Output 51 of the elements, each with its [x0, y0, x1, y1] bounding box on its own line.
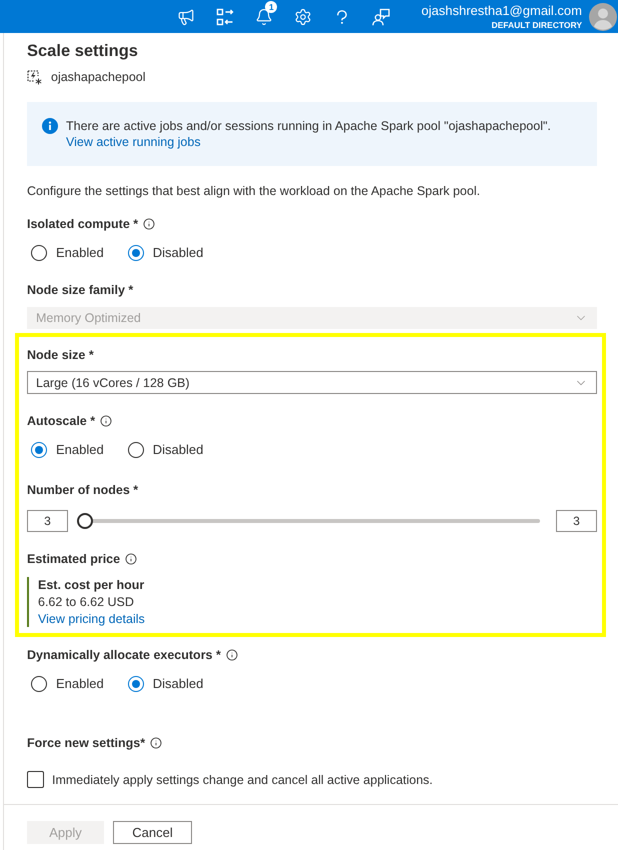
description-text: Configure the settings that best align with the workload on the Apache Spark pool. [27, 183, 482, 199]
radio-circle-icon[interactable] [31, 442, 47, 458]
radio-circle-icon[interactable] [128, 442, 144, 458]
min-number-field[interactable]: 3 [27, 510, 68, 532]
checkbox-option[interactable]: Immediately apply settings change and cancel all active applications. [27, 771, 433, 788]
field-label: Estimated price [27, 551, 120, 568]
radio-circle-icon[interactable] [128, 245, 144, 261]
info-message: There are active jobs and/or sessions running in Apache Spark pool "ojashapachepool". [66, 118, 551, 134]
field-label: Isolated compute * [27, 216, 138, 233]
field-label: Node size * [27, 347, 94, 364]
radio-circle-icon[interactable] [31, 245, 47, 261]
price-amount: 6.62 to 6.62 USD [38, 594, 135, 611]
field-label: Number of nodes * [27, 482, 138, 499]
radio-option[interactable]: Enabled [31, 440, 104, 460]
radio-option[interactable]: Disabled [128, 674, 204, 694]
field-label: Autoscale * [27, 413, 96, 430]
radio-option[interactable]: Enabled [31, 243, 104, 263]
notification-badge: 1 [265, 0, 278, 12]
account-directory: DEFAULT DIRECTORY [491, 20, 582, 30]
radio-circle-icon[interactable] [128, 676, 144, 692]
field-label: Dynamically allocate executors * [27, 647, 221, 664]
radio-option[interactable]: Disabled [128, 440, 204, 460]
info-icon[interactable] [143, 218, 156, 230]
squares-arrows-icon[interactable] [216, 8, 234, 26]
info-icon [42, 118, 58, 134]
running-jobs-link[interactable]: View active running jobs [66, 134, 201, 150]
price-heading: Est. cost per hour [38, 577, 146, 594]
avatar-icon[interactable] [589, 2, 617, 30]
radio-option[interactable]: Disabled [128, 243, 204, 263]
info-icon[interactable] [100, 415, 112, 427]
info-icon[interactable] [125, 553, 138, 565]
field-label: Node size family * [27, 282, 134, 299]
account-email[interactable]: ojashshrestha1@gmail.com [421, 2, 582, 18]
slider-thumb[interactable] [77, 513, 93, 529]
bolt-square-icon [27, 70, 42, 84]
slider-track[interactable] [77, 513, 540, 529]
pricing-details-link[interactable]: View pricing details [38, 611, 145, 627]
info-icon[interactable] [150, 737, 162, 749]
radio-option[interactable]: Enabled [31, 674, 104, 694]
megaphone-icon[interactable] [177, 8, 196, 26]
info-icon[interactable] [226, 649, 238, 661]
checkbox-icon[interactable] [27, 771, 44, 788]
settings-icon[interactable] [294, 8, 312, 26]
resource-name: ojashapachepool [51, 69, 146, 85]
max-number-field[interactable]: 3 [556, 510, 597, 532]
field-label: Force new settings* [27, 735, 146, 752]
radio-circle-icon[interactable] [31, 676, 47, 692]
panel-title: Scale settings [27, 41, 139, 62]
action-button[interactable]: Cancel [113, 821, 192, 844]
dropdown-field[interactable]: Large (16 vCores / 128 GB) [27, 371, 597, 394]
person-speech-bubble-icon[interactable] [372, 8, 390, 26]
